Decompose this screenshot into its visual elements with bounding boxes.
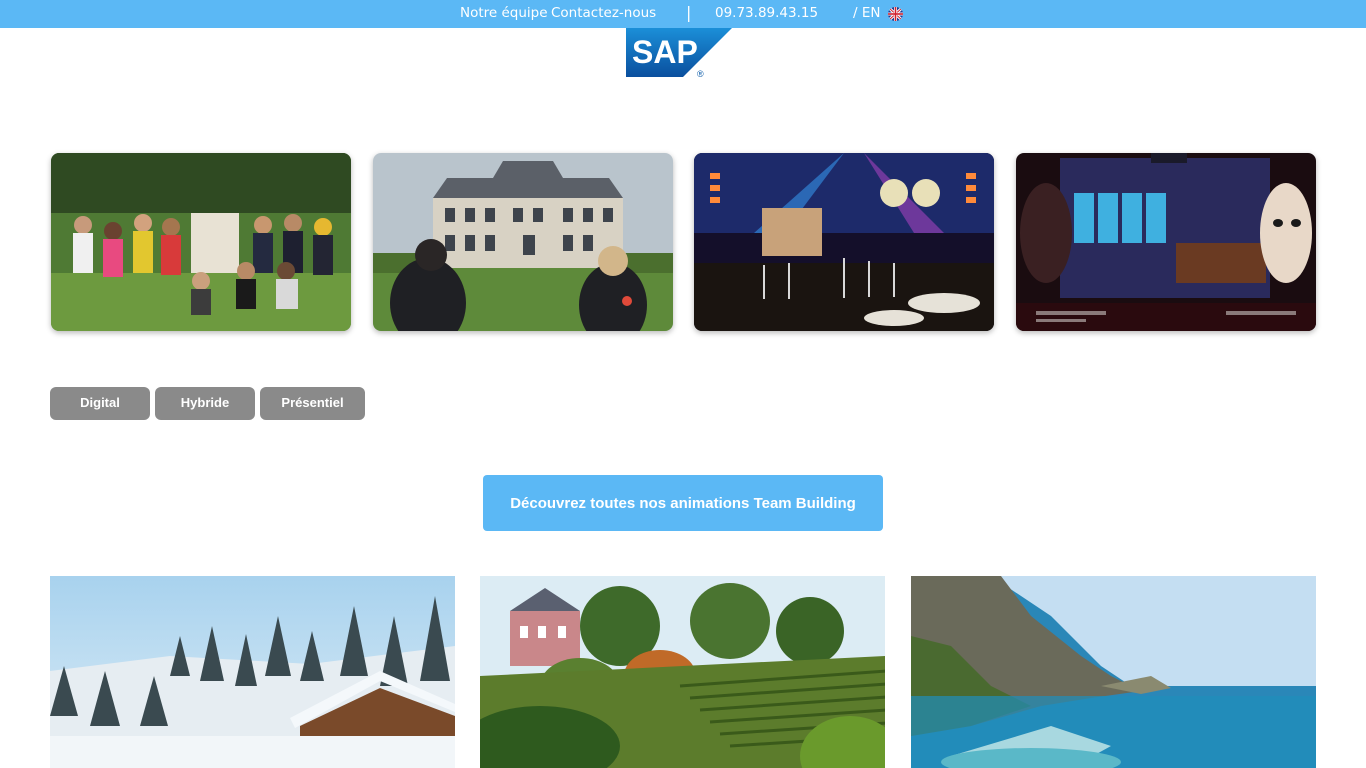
team-group-photo[interactable] bbox=[51, 153, 351, 331]
registered-mark: ® bbox=[697, 69, 704, 78]
filter-digital-button[interactable]: Digital bbox=[50, 387, 150, 420]
discover-animations-button[interactable]: Découvrez toutes nos animations Team Bui… bbox=[483, 475, 883, 531]
vineyard-chateau-photo[interactable] bbox=[480, 576, 885, 768]
top-bar: Notre équipe Contactez-nous | 09.73.89.4… bbox=[0, 0, 1366, 28]
gala-dinner-photo[interactable] bbox=[694, 153, 994, 331]
filter-hybride-button[interactable]: Hybride bbox=[155, 387, 255, 420]
separator: | bbox=[686, 3, 692, 22]
phone-link[interactable]: 09.73.89.43.15 bbox=[715, 5, 818, 21]
sap-logo[interactable]: SAP ® bbox=[626, 28, 732, 79]
snowy-chalet-photo[interactable] bbox=[50, 576, 455, 768]
sap-logo-text: SAP bbox=[632, 34, 698, 70]
virtual-casino-photo[interactable] bbox=[1016, 153, 1316, 331]
uk-flag-icon[interactable] bbox=[888, 7, 903, 21]
team-link[interactable]: Notre équipe bbox=[460, 5, 548, 21]
contact-link[interactable]: Contactez-nous bbox=[551, 5, 656, 21]
chateau-photo[interactable] bbox=[373, 153, 673, 331]
filter-presentiel-button[interactable]: Présentiel bbox=[260, 387, 365, 420]
language-link[interactable]: / EN bbox=[853, 5, 880, 21]
coastal-cliff-photo[interactable] bbox=[911, 576, 1316, 768]
